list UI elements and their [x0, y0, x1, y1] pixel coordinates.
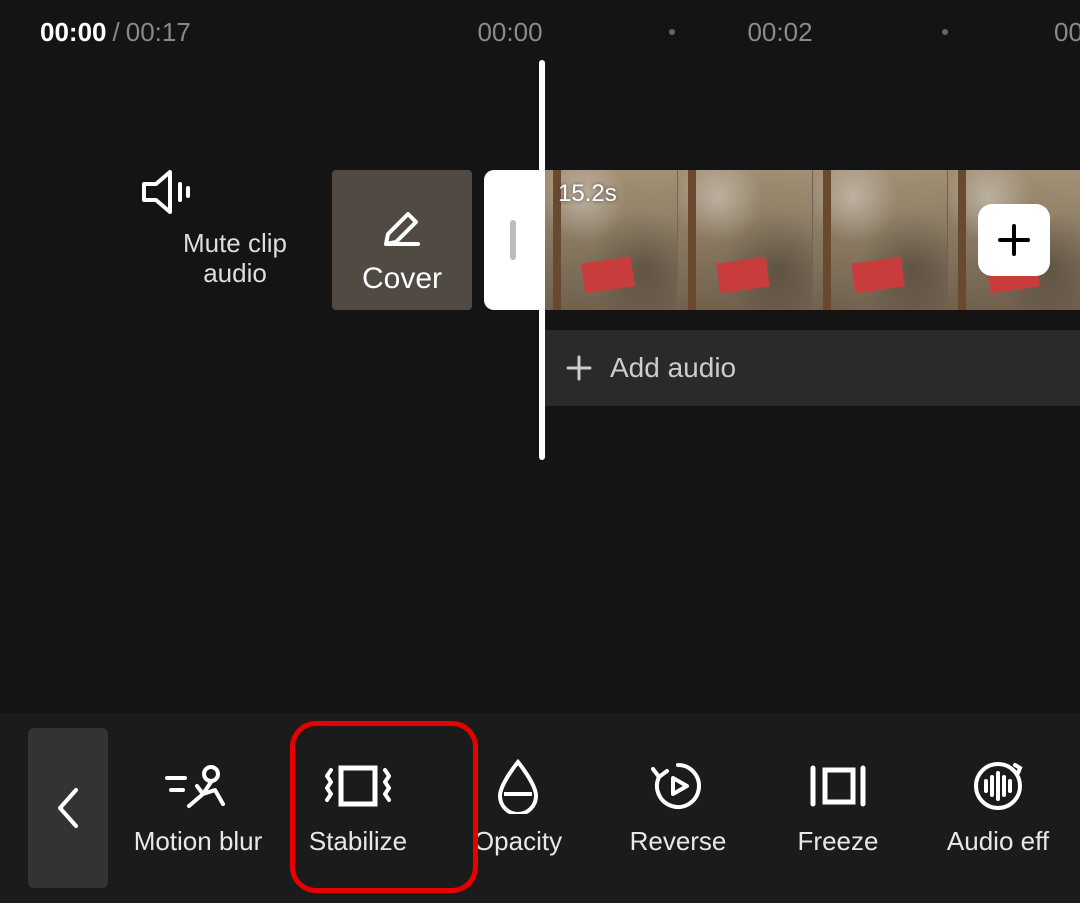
tool-stabilize[interactable]: Stabilize: [278, 738, 438, 878]
speaker-icon: [140, 170, 194, 214]
reverse-icon: [651, 760, 705, 812]
ruler-mark-2: 00:02: [747, 17, 812, 48]
tool-freeze[interactable]: Freeze: [758, 738, 918, 878]
back-button[interactable]: [28, 728, 108, 888]
mute-clip-audio-button[interactable]: Mute clip audio: [140, 170, 330, 288]
time-separator: /: [113, 17, 120, 48]
timeline-ruler[interactable]: 00:00 00:02 00: [400, 12, 1080, 52]
clip-left-handle[interactable]: [484, 170, 542, 310]
cover-label: Cover: [332, 262, 472, 296]
video-clip-track: 15.2s: [484, 170, 1080, 310]
freeze-icon: [809, 760, 867, 812]
tool-label: Freeze: [798, 826, 879, 857]
tool-label: Audio eff: [947, 826, 1049, 857]
stabilize-icon: [325, 760, 391, 812]
clip-duration: 15.2s: [558, 180, 617, 208]
plus-icon: [996, 222, 1032, 258]
opacity-icon: [494, 760, 542, 812]
ruler-dot-1: [669, 29, 675, 35]
tool-audio-effects[interactable]: Audio eff: [918, 738, 1078, 878]
time-total: 00:17: [126, 17, 191, 48]
tool-label: Opacity: [474, 826, 562, 857]
tool-reverse[interactable]: Reverse: [598, 738, 758, 878]
editor-root: 00:00 / 00:17 00:00 00:02 00 Mute clip a…: [0, 0, 1080, 903]
ruler-mark-0: 00:00: [477, 17, 542, 48]
add-audio-button[interactable]: Add audio: [542, 330, 1080, 406]
plus-icon: [566, 355, 592, 381]
cover-button[interactable]: Cover: [332, 170, 472, 310]
playhead[interactable]: [539, 60, 545, 460]
mute-label: Mute clip audio: [140, 228, 330, 288]
bottom-toolbar: Motion blur Stabilize: [0, 713, 1080, 903]
tool-label: Stabilize: [309, 826, 407, 857]
motion-blur-icon: [163, 760, 233, 812]
tool-label: Motion blur: [134, 826, 263, 857]
ruler-dot-3: [942, 29, 948, 35]
ruler-mark-4: 00: [1054, 17, 1080, 48]
video-clip[interactable]: 15.2s: [542, 170, 1080, 310]
add-audio-label: Add audio: [610, 352, 736, 384]
tool-label: Reverse: [630, 826, 727, 857]
add-clip-button[interactable]: [978, 204, 1050, 276]
tool-opacity[interactable]: Opacity: [438, 738, 598, 878]
audio-effects-icon: [971, 760, 1025, 812]
time-current: 00:00: [40, 17, 107, 48]
edit-icon: [378, 204, 426, 248]
chevron-left-icon: [54, 786, 82, 830]
tool-motion-blur[interactable]: Motion blur: [118, 738, 278, 878]
